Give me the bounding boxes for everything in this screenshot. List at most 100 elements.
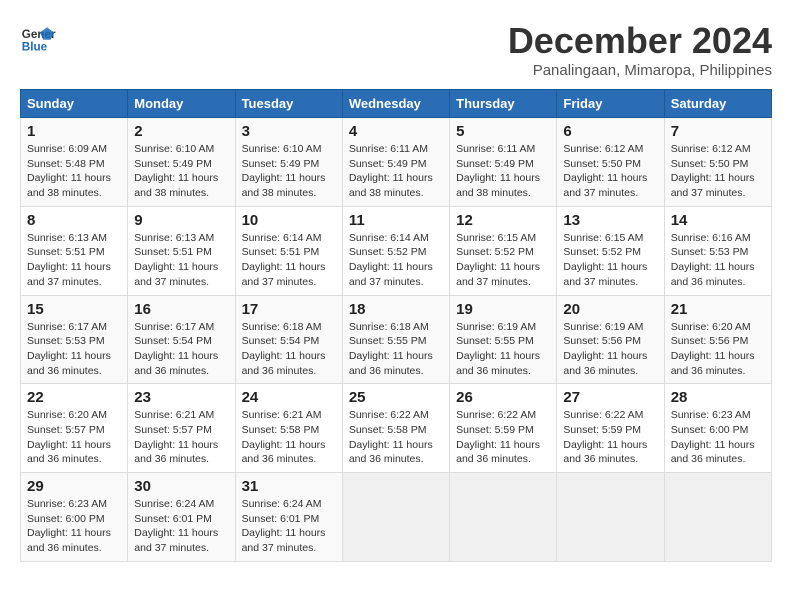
- day-number: 8: [27, 212, 121, 229]
- day-info: Sunrise: 6:13 AM Sunset: 5:51 PM Dayligh…: [134, 231, 228, 290]
- day-info: Sunrise: 6:24 AM Sunset: 6:01 PM Dayligh…: [242, 497, 336, 556]
- day-number: 18: [349, 301, 443, 318]
- calendar-cell: 9 Sunrise: 6:13 AM Sunset: 5:51 PM Daylig…: [128, 206, 235, 295]
- col-header-thursday: Thursday: [450, 90, 557, 118]
- logo: General Blue: [20, 20, 56, 56]
- calendar-cell: 12 Sunrise: 6:15 AM Sunset: 5:52 PM Dayli…: [450, 206, 557, 295]
- calendar-cell: 29Sunrise: 6:23 AM Sunset: 6:00 PM Dayli…: [21, 473, 128, 562]
- day-number: 17: [242, 301, 336, 318]
- day-info: Sunrise: 6:11 AM Sunset: 5:49 PM Dayligh…: [349, 142, 443, 201]
- calendar-cell: 18 Sunrise: 6:18 AM Sunset: 5:55 PM Dayli…: [342, 295, 449, 384]
- day-number: 11: [349, 212, 443, 229]
- day-number: 19: [456, 301, 550, 318]
- col-header-friday: Friday: [557, 90, 664, 118]
- day-info: Sunrise: 6:23 AM Sunset: 6:00 PM Dayligh…: [671, 408, 765, 467]
- day-info: Sunrise: 6:10 AM Sunset: 5:49 PM Dayligh…: [134, 142, 228, 201]
- calendar-cell: 11 Sunrise: 6:14 AM Sunset: 5:52 PM Dayli…: [342, 206, 449, 295]
- calendar-cell: 24 Sunrise: 6:21 AM Sunset: 5:58 PM Dayli…: [235, 384, 342, 473]
- calendar-week-3: 15Sunrise: 6:17 AM Sunset: 5:53 PM Dayli…: [21, 295, 772, 384]
- day-info: Sunrise: 6:14 AM Sunset: 5:52 PM Dayligh…: [349, 231, 443, 290]
- month-title: December 2024: [508, 20, 772, 62]
- calendar-week-2: 8 Sunrise: 6:13 AM Sunset: 5:51 PM Daylig…: [21, 206, 772, 295]
- day-info: Sunrise: 6:19 AM Sunset: 5:55 PM Dayligh…: [456, 320, 550, 379]
- day-number: 15: [27, 301, 121, 318]
- day-info: Sunrise: 6:15 AM Sunset: 5:52 PM Dayligh…: [563, 231, 657, 290]
- col-header-wednesday: Wednesday: [342, 90, 449, 118]
- day-number: 21: [671, 301, 765, 318]
- day-info: Sunrise: 6:16 AM Sunset: 5:53 PM Dayligh…: [671, 231, 765, 290]
- day-number: 9: [134, 212, 228, 229]
- day-number: 25: [349, 389, 443, 406]
- calendar-cell: 25 Sunrise: 6:22 AM Sunset: 5:58 PM Dayli…: [342, 384, 449, 473]
- day-number: 29: [27, 478, 121, 495]
- calendar-cell: 4Sunrise: 6:11 AM Sunset: 5:49 PM Daylig…: [342, 118, 449, 207]
- day-info: Sunrise: 6:15 AM Sunset: 5:52 PM Dayligh…: [456, 231, 550, 290]
- day-info: Sunrise: 6:18 AM Sunset: 5:54 PM Dayligh…: [242, 320, 336, 379]
- day-number: 5: [456, 123, 550, 140]
- calendar-table: SundayMondayTuesdayWednesdayThursdayFrid…: [20, 89, 772, 562]
- day-number: 3: [242, 123, 336, 140]
- day-info: Sunrise: 6:11 AM Sunset: 5:49 PM Dayligh…: [456, 142, 550, 201]
- day-number: 27: [563, 389, 657, 406]
- calendar-cell: 27 Sunrise: 6:22 AM Sunset: 5:59 PM Dayli…: [557, 384, 664, 473]
- day-info: Sunrise: 6:22 AM Sunset: 5:58 PM Dayligh…: [349, 408, 443, 467]
- calendar-cell: 8Sunrise: 6:13 AM Sunset: 5:51 PM Daylig…: [21, 206, 128, 295]
- day-number: 30: [134, 478, 228, 495]
- calendar-cell: 21 Sunrise: 6:20 AM Sunset: 5:56 PM Dayli…: [664, 295, 771, 384]
- day-number: 16: [134, 301, 228, 318]
- calendar-cell: 31 Sunrise: 6:24 AM Sunset: 6:01 PM Dayli…: [235, 473, 342, 562]
- day-number: 31: [242, 478, 336, 495]
- calendar-cell: 22Sunrise: 6:20 AM Sunset: 5:57 PM Dayli…: [21, 384, 128, 473]
- col-header-sunday: Sunday: [21, 90, 128, 118]
- calendar-cell: 17 Sunrise: 6:18 AM Sunset: 5:54 PM Dayli…: [235, 295, 342, 384]
- col-header-tuesday: Tuesday: [235, 90, 342, 118]
- col-header-saturday: Saturday: [664, 90, 771, 118]
- calendar-week-1: 1 Sunrise: 6:09 AM Sunset: 5:48 PM Daylig…: [21, 118, 772, 207]
- calendar-cell: 23 Sunrise: 6:21 AM Sunset: 5:57 PM Dayli…: [128, 384, 235, 473]
- calendar-week-5: 29Sunrise: 6:23 AM Sunset: 6:00 PM Dayli…: [21, 473, 772, 562]
- title-block: December 2024 Panalingaan, Mimaropa, Phi…: [508, 20, 772, 79]
- day-number: 20: [563, 301, 657, 318]
- calendar-cell: 16 Sunrise: 6:17 AM Sunset: 5:54 PM Dayli…: [128, 295, 235, 384]
- column-headers: SundayMondayTuesdayWednesdayThursdayFrid…: [21, 90, 772, 118]
- day-number: 28: [671, 389, 765, 406]
- day-number: 12: [456, 212, 550, 229]
- calendar-cell: 2 Sunrise: 6:10 AM Sunset: 5:49 PM Daylig…: [128, 118, 235, 207]
- day-number: 23: [134, 389, 228, 406]
- day-number: 2: [134, 123, 228, 140]
- day-info: Sunrise: 6:12 AM Sunset: 5:50 PM Dayligh…: [671, 142, 765, 201]
- day-info: Sunrise: 6:09 AM Sunset: 5:48 PM Dayligh…: [27, 142, 121, 201]
- day-number: 24: [242, 389, 336, 406]
- calendar-body: 1 Sunrise: 6:09 AM Sunset: 5:48 PM Daylig…: [21, 118, 772, 562]
- day-number: 13: [563, 212, 657, 229]
- day-number: 1: [27, 123, 121, 140]
- calendar-cell: 28 Sunrise: 6:23 AM Sunset: 6:00 PM Dayli…: [664, 384, 771, 473]
- calendar-cell: 19 Sunrise: 6:19 AM Sunset: 5:55 PM Dayli…: [450, 295, 557, 384]
- day-info: Sunrise: 6:17 AM Sunset: 5:54 PM Dayligh…: [134, 320, 228, 379]
- day-info: Sunrise: 6:22 AM Sunset: 5:59 PM Dayligh…: [563, 408, 657, 467]
- day-info: Sunrise: 6:21 AM Sunset: 5:58 PM Dayligh…: [242, 408, 336, 467]
- calendar-week-4: 22Sunrise: 6:20 AM Sunset: 5:57 PM Dayli…: [21, 384, 772, 473]
- calendar-cell: [450, 473, 557, 562]
- col-header-monday: Monday: [128, 90, 235, 118]
- calendar-cell: [664, 473, 771, 562]
- day-info: Sunrise: 6:10 AM Sunset: 5:49 PM Dayligh…: [242, 142, 336, 201]
- day-info: Sunrise: 6:18 AM Sunset: 5:55 PM Dayligh…: [349, 320, 443, 379]
- day-info: Sunrise: 6:19 AM Sunset: 5:56 PM Dayligh…: [563, 320, 657, 379]
- svg-text:Blue: Blue: [22, 41, 48, 54]
- calendar-cell: 30Sunrise: 6:24 AM Sunset: 6:01 PM Dayli…: [128, 473, 235, 562]
- location-subtitle: Panalingaan, Mimaropa, Philippines: [508, 62, 772, 79]
- calendar-cell: 1 Sunrise: 6:09 AM Sunset: 5:48 PM Daylig…: [21, 118, 128, 207]
- calendar-cell: 3 Sunrise: 6:10 AM Sunset: 5:49 PM Daylig…: [235, 118, 342, 207]
- day-info: Sunrise: 6:20 AM Sunset: 5:56 PM Dayligh…: [671, 320, 765, 379]
- day-info: Sunrise: 6:14 AM Sunset: 5:51 PM Dayligh…: [242, 231, 336, 290]
- day-info: Sunrise: 6:21 AM Sunset: 5:57 PM Dayligh…: [134, 408, 228, 467]
- logo-icon: General Blue: [20, 20, 56, 56]
- day-number: 14: [671, 212, 765, 229]
- calendar-cell: 10Sunrise: 6:14 AM Sunset: 5:51 PM Dayli…: [235, 206, 342, 295]
- day-number: 6: [563, 123, 657, 140]
- page-header: General Blue December 2024 Panalingaan, …: [20, 20, 772, 79]
- day-info: Sunrise: 6:20 AM Sunset: 5:57 PM Dayligh…: [27, 408, 121, 467]
- calendar-cell: 7Sunrise: 6:12 AM Sunset: 5:50 PM Daylig…: [664, 118, 771, 207]
- calendar-cell: [342, 473, 449, 562]
